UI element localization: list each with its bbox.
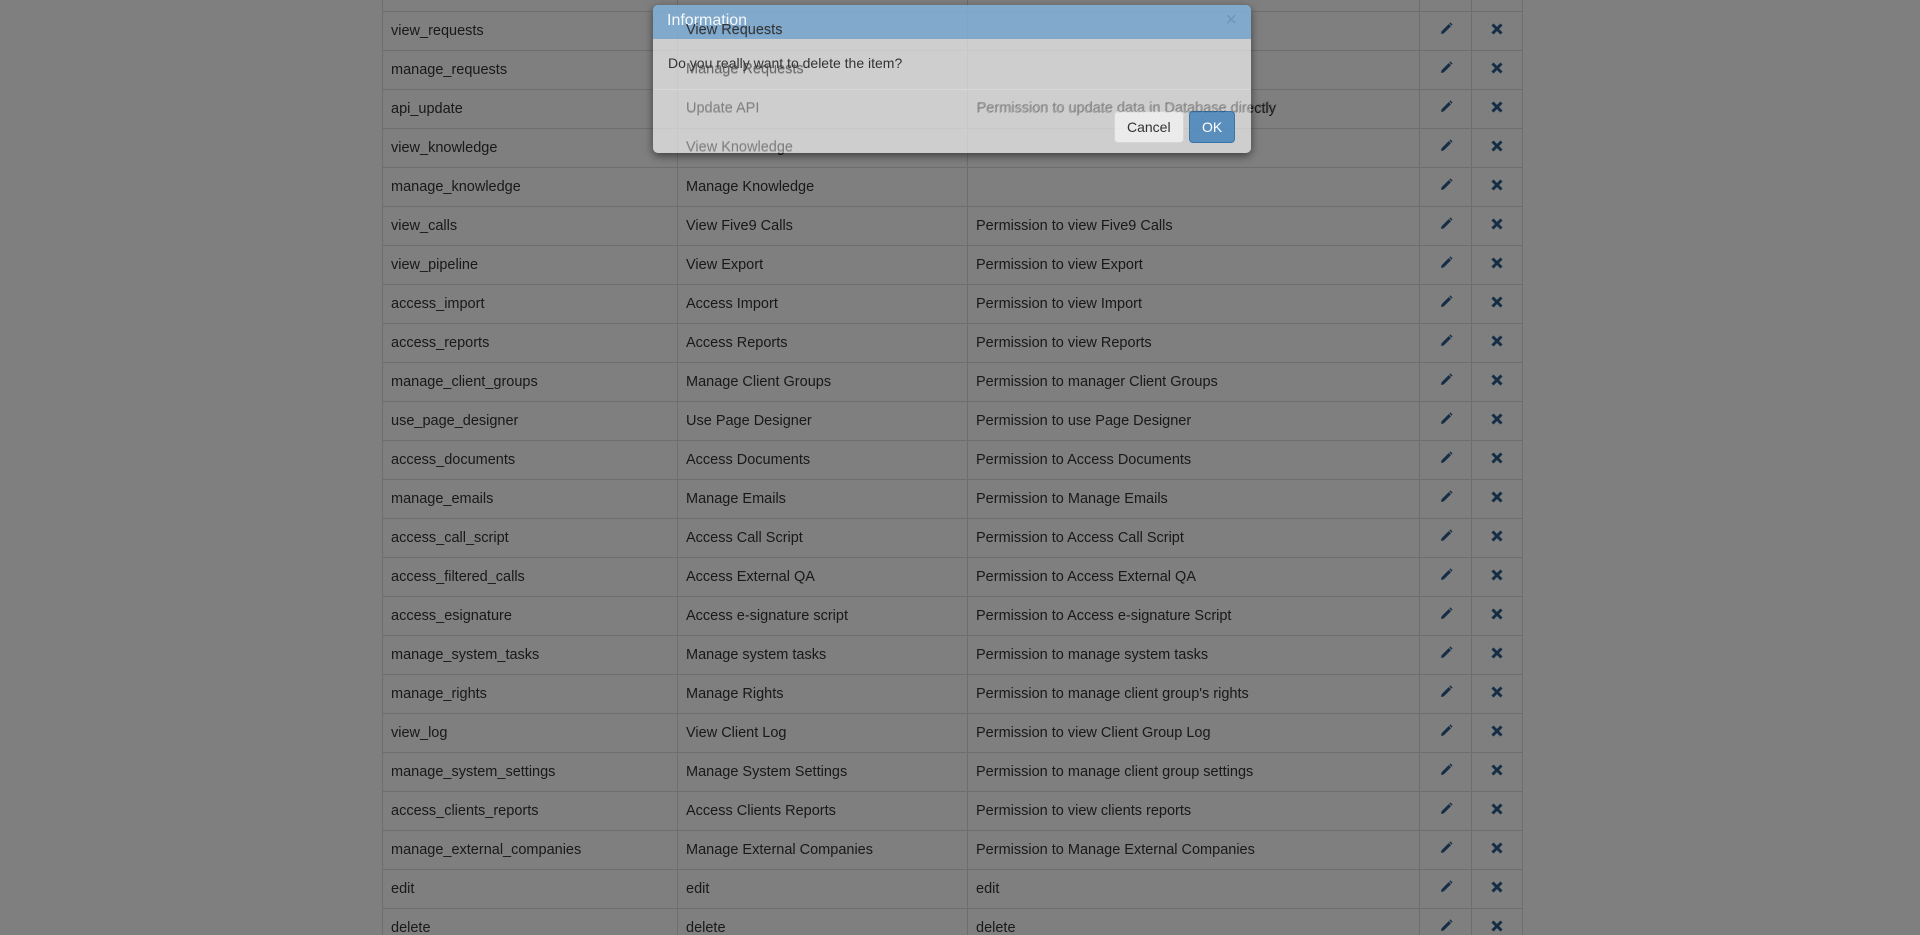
dialog-footer	[653, 89, 1251, 90]
ghost-label-view-requests: View Requests	[686, 22, 783, 38]
ghost-label-update-api: Update API	[686, 100, 760, 116]
ghost-description-api-update: Permission to update data in Database di…	[977, 100, 1277, 116]
ghost-label-view-knowledge: View Knowledge	[686, 139, 793, 155]
close-icon[interactable]: ×	[1225, 10, 1237, 30]
ghost-label-manage-requests: Manage Requests	[686, 61, 804, 77]
page: view_requestsView Requestsmanage_request…	[0, 0, 1920, 935]
